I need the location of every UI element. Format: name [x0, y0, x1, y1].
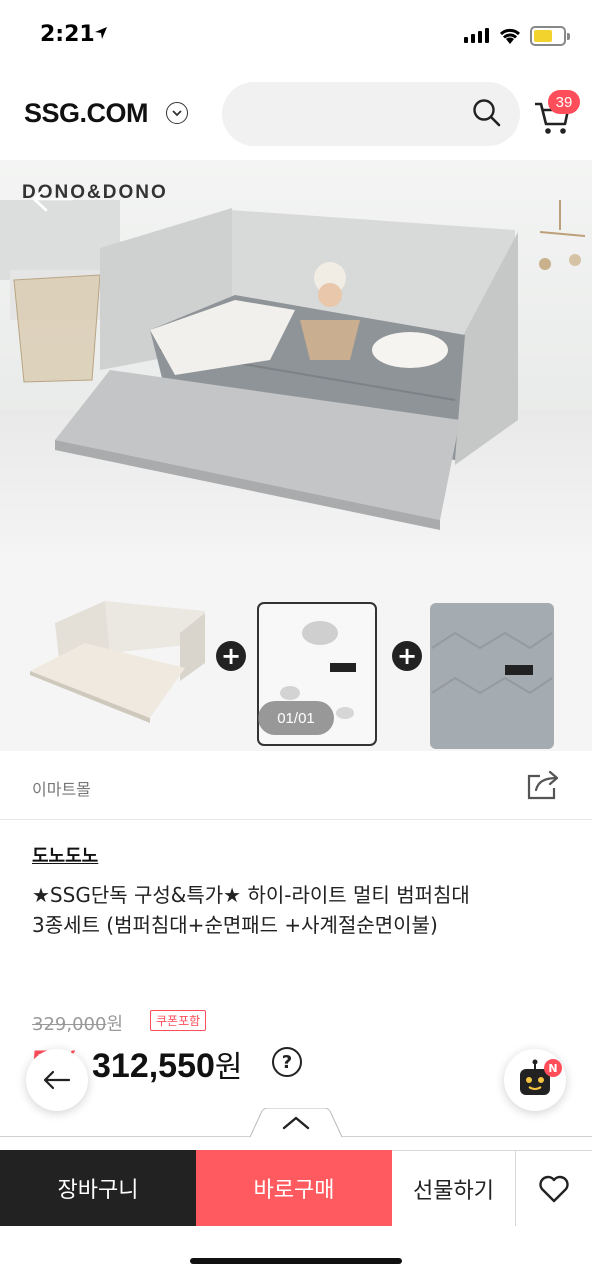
image-pager: 01/01	[258, 701, 334, 735]
floating-back-button[interactable]	[26, 1049, 88, 1111]
buy-now-button[interactable]: 바로구매	[196, 1150, 392, 1226]
coupon-badge: 쿠폰포함	[150, 1010, 207, 1031]
bumper-bed-illustration	[0, 200, 586, 530]
battery-icon	[530, 26, 570, 46]
chevron-down-icon[interactable]	[166, 102, 188, 124]
original-price-value: 329,000	[32, 1014, 107, 1035]
back-arrow-icon[interactable]	[32, 186, 74, 212]
search-input[interactable]	[222, 82, 520, 146]
chatbot-new-badge: N	[544, 1059, 562, 1077]
purchase-action-bar: 장바구니 바로구매 선물하기	[0, 1150, 592, 1226]
wishlist-button[interactable]	[516, 1150, 592, 1226]
cellular-signal-icon	[464, 28, 489, 43]
seller-row: 이마트몰	[0, 752, 592, 820]
brand-link[interactable]: 도노도노	[32, 842, 98, 868]
expand-sheet-handle[interactable]	[250, 1108, 342, 1138]
product-set-thumbnails[interactable]: + + 01/01	[0, 553, 592, 751]
back-arrow-icon	[43, 1070, 71, 1090]
header: SSG.COM 39	[0, 80, 592, 150]
original-price: 329,000원	[32, 1010, 123, 1036]
product-title: ★SSG단독 구성&특가★ 하이-라이트 멀티 범퍼침대 3종세트 (범퍼침대+…	[32, 883, 470, 937]
status-time: 2:21	[40, 22, 95, 47]
sale-price-value: 312,550	[92, 1047, 215, 1085]
heart-icon	[539, 1175, 569, 1202]
price-help-icon[interactable]: ?	[272, 1047, 302, 1077]
add-to-cart-button[interactable]: 장바구니	[0, 1150, 196, 1226]
wifi-icon	[499, 28, 521, 44]
plus-icon: +	[392, 641, 422, 671]
search-icon[interactable]	[472, 98, 502, 128]
sale-price: 312,550원	[92, 1042, 243, 1086]
bottom-sheet-edge	[0, 1136, 592, 1150]
chatbot-icon	[520, 1059, 550, 1095]
product-hero-image[interactable]: DONO&DONO	[0, 160, 592, 553]
location-arrow-icon	[95, 27, 107, 39]
ssg-logo[interactable]: SSG.COM	[24, 98, 149, 129]
share-icon[interactable]	[526, 770, 560, 800]
chatbot-button[interactable]: N	[504, 1049, 566, 1111]
mall-name[interactable]: 이마트몰	[32, 776, 91, 800]
gift-button[interactable]: 선물하기	[392, 1150, 516, 1226]
plus-icon: +	[216, 641, 246, 671]
home-indicator	[190, 1258, 402, 1264]
cart-count-badge: 39	[548, 90, 580, 114]
sale-price-unit: 원	[214, 1050, 243, 1085]
original-price-unit: 원	[106, 1014, 123, 1035]
status-bar: 2:21	[0, 0, 592, 70]
